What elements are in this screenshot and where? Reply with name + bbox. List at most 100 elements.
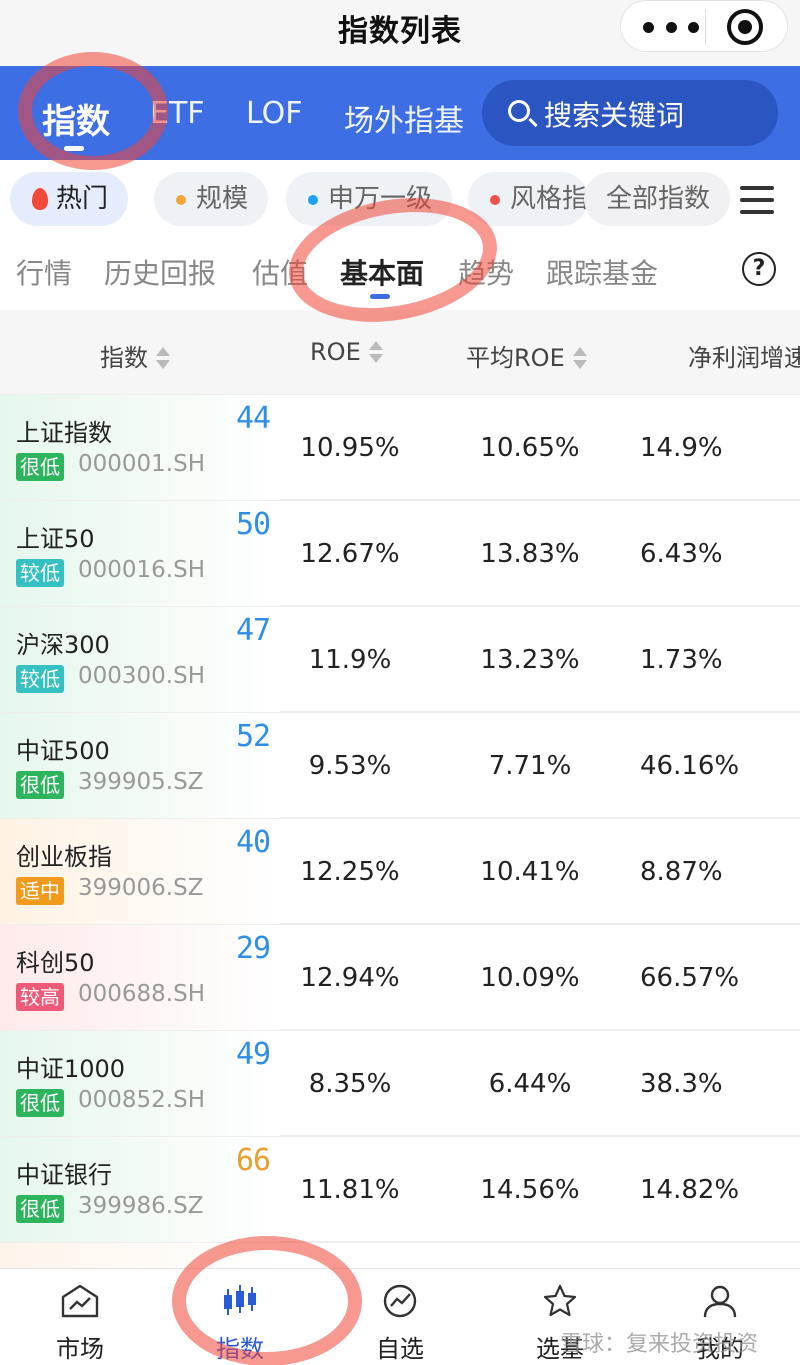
- roe-value: 8.35%: [308, 1069, 392, 1099]
- star-fund-icon: [543, 1284, 577, 1317]
- index-code: 000001.SH: [78, 451, 206, 477]
- col-header-profit-growth[interactable]: 净利润增速: [688, 338, 800, 373]
- chip-hot[interactable]: 热门: [10, 172, 129, 226]
- roe-value: 12.25%: [300, 857, 400, 887]
- index-code: 399006.SZ: [78, 875, 204, 901]
- table-row[interactable]: 中证银行 很低 399986.SZ 66 11.81% 14.56% 14.82…: [0, 1136, 800, 1243]
- marker-circle-tab: [18, 52, 168, 170]
- avg-roe-value: 7.71%: [488, 751, 572, 781]
- profit-growth-value: 8.87%: [640, 857, 723, 887]
- avg-roe-value: 6.44%: [488, 1069, 572, 1099]
- col-header-index[interactable]: 指数: [100, 338, 170, 373]
- temperature-score: 44: [236, 401, 271, 436]
- index-name: 中证500: [16, 737, 110, 765]
- subtab-market[interactable]: 行情: [16, 252, 72, 292]
- table-row[interactable]: 创业板指 适中 399006.SZ 40 12.25% 10.41% 8.87%: [0, 818, 800, 925]
- col-header-roe[interactable]: ROE: [310, 338, 383, 366]
- col-header-avg-roe[interactable]: 平均ROE: [466, 338, 587, 373]
- watchlist-icon: [383, 1284, 417, 1318]
- roe-value: 9.53%: [308, 751, 392, 781]
- flame-icon: [32, 188, 48, 210]
- chip-all-indices[interactable]: 全部指数: [584, 172, 731, 226]
- index-code: 000852.SH: [78, 1087, 206, 1113]
- index-name: 创业板指: [16, 843, 112, 871]
- profit-growth-value: 14.82%: [640, 1175, 740, 1205]
- tab-lof[interactable]: LOF: [246, 96, 303, 131]
- avg-roe-value: 10.09%: [480, 963, 580, 993]
- profit-growth-value: 1.73%: [640, 645, 723, 675]
- temperature-score: 47: [236, 613, 271, 648]
- valuation-badge: 适中: [16, 877, 64, 905]
- table-row[interactable]: 上证指数 很低 000001.SH 44 10.95% 10.65% 14.9%: [0, 394, 800, 501]
- close-miniprogram-icon[interactable]: [727, 9, 763, 45]
- sort-icon: [572, 347, 587, 369]
- table-row[interactable]: 上证50 较低 000016.SH 50 12.67% 13.83% 6.43%: [0, 500, 800, 607]
- index-code: 000016.SH: [78, 557, 206, 583]
- roe-value: 12.67%: [300, 539, 400, 569]
- chip-scale[interactable]: 规模: [154, 172, 269, 226]
- user-icon: [703, 1285, 737, 1318]
- menu-icon[interactable]: [740, 186, 774, 214]
- profit-growth-value: 14.9%: [640, 433, 723, 463]
- profit-growth-value: 6.43%: [640, 539, 723, 569]
- avg-roe-value: 14.56%: [480, 1175, 580, 1205]
- temperature-score: 52: [236, 719, 271, 754]
- index-code: 000688.SH: [78, 981, 206, 1007]
- capsule-divider: [705, 9, 706, 45]
- roe-value: 10.95%: [300, 433, 400, 463]
- index-name: 科创50: [16, 949, 95, 977]
- index-name: 中证银行: [16, 1161, 112, 1189]
- temperature-score: 29: [236, 931, 271, 966]
- roe-value: 11.81%: [300, 1175, 400, 1205]
- profit-growth-value: 66.57%: [640, 963, 740, 993]
- temperature-score: 50: [236, 507, 271, 542]
- index-table: 上证指数 很低 000001.SH 44 10.95% 10.65% 14.9%…: [0, 394, 800, 1273]
- temperature-score: 40: [236, 825, 271, 860]
- sort-icon: [156, 347, 170, 369]
- help-icon[interactable]: ?: [742, 252, 776, 286]
- tab-offsite-fund[interactable]: 场外指基: [344, 96, 464, 140]
- index-name: 沪深300: [16, 631, 110, 659]
- dot-icon: [490, 194, 500, 205]
- index-code: 000300.SH: [78, 663, 206, 689]
- valuation-badge: 很低: [16, 1089, 64, 1117]
- subtab-tracking-funds[interactable]: 跟踪基金: [546, 252, 658, 292]
- search-icon: [508, 100, 530, 122]
- valuation-badge: 很低: [16, 453, 64, 481]
- market-icon: [61, 1284, 99, 1318]
- avg-roe-value: 13.83%: [480, 539, 580, 569]
- index-name: 上证50: [16, 525, 95, 553]
- dot-icon: [176, 194, 186, 205]
- miniprogram-capsule: [620, 0, 788, 52]
- subtab-history-return[interactable]: 历史回报: [104, 252, 216, 292]
- search-placeholder: 搜索关键词: [544, 99, 685, 132]
- temperature-score: 49: [236, 1037, 271, 1072]
- temperature-score: 66: [236, 1143, 271, 1178]
- table-row[interactable]: 科创50 较高 000688.SH 29 12.94% 10.09% 66.57…: [0, 924, 800, 1031]
- search-input[interactable]: 搜索关键词: [482, 80, 778, 146]
- marker-circle-nav: [172, 1236, 362, 1365]
- roe-value: 12.94%: [300, 963, 400, 993]
- more-icon[interactable]: [643, 18, 699, 36]
- profit-growth-value: 46.16%: [640, 751, 740, 781]
- table-row[interactable]: 中证1000 很低 000852.SH 49 8.35% 6.44% 38.3%: [0, 1030, 800, 1137]
- avg-roe-value: 10.41%: [480, 857, 580, 887]
- nav-market[interactable]: 市场: [0, 1269, 160, 1365]
- valuation-badge: 较低: [16, 559, 64, 587]
- valuation-badge: 较高: [16, 983, 64, 1011]
- sort-icon: [368, 341, 383, 363]
- index-code: 399905.SZ: [78, 769, 204, 795]
- roe-value: 11.9%: [308, 645, 392, 675]
- chip-style[interactable]: 风格指: [468, 172, 588, 226]
- valuation-badge: 很低: [16, 1195, 64, 1223]
- avg-roe-value: 13.23%: [480, 645, 580, 675]
- valuation-badge: 很低: [16, 771, 64, 799]
- table-row[interactable]: 沪深300 较低 000300.SH 47 11.9% 13.23% 1.73%: [0, 606, 800, 713]
- dot-icon: [308, 194, 318, 205]
- index-code: 399986.SZ: [78, 1193, 204, 1219]
- table-row[interactable]: 中证500 很低 399905.SZ 52 9.53% 7.71% 46.16%: [0, 712, 800, 819]
- valuation-badge: 较低: [16, 665, 64, 693]
- table-header: 指数 ROE 平均ROE 净利润增速: [0, 310, 800, 394]
- profit-growth-value: 38.3%: [640, 1069, 723, 1099]
- index-name: 上证指数: [16, 419, 112, 447]
